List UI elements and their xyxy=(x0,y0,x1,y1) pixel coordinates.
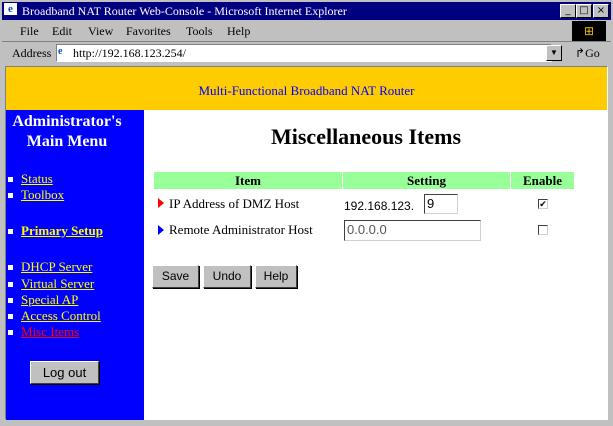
sidebar-title: Administrator's Main Menu xyxy=(2,112,132,152)
sidebar-item-dhcp-server[interactable]: DHCP Server xyxy=(6,259,92,275)
go-button[interactable]: ↱Go xyxy=(575,46,600,61)
column-header-setting: Setting xyxy=(343,172,510,189)
remote-admin-input[interactable]: 0.0.0.0 xyxy=(344,220,481,241)
go-label: Go xyxy=(585,46,600,60)
menu-edit[interactable]: Edit xyxy=(52,24,72,39)
address-label: Address xyxy=(12,46,52,60)
sidebar-item-label: Special AP xyxy=(21,292,79,307)
close-button[interactable]: × xyxy=(593,4,609,18)
sidebar-item-special-ap[interactable]: Special AP xyxy=(6,292,78,308)
menu-tools[interactable]: Tools xyxy=(186,24,213,39)
menu-file[interactable]: File xyxy=(20,24,39,39)
sidebar-item-label: Access Control xyxy=(21,308,101,323)
sidebar-item-access-control[interactable]: Access Control xyxy=(6,308,101,324)
sidebar-title-line2: Main Menu xyxy=(26,133,108,150)
sidebar-item-toolbox[interactable]: Toolbox xyxy=(6,187,64,203)
save-button[interactable]: Save xyxy=(152,265,199,288)
page-icon: e xyxy=(58,46,63,57)
menu-favorites[interactable]: Favorites xyxy=(126,24,171,39)
address-dropdown[interactable]: ▼ xyxy=(546,45,562,61)
column-header-item: Item xyxy=(154,172,342,189)
banner: Multi-Functional Broadband NAT Router xyxy=(6,67,607,110)
sidebar-item-label: Misc Items xyxy=(21,324,80,339)
sidebar-item-label: DHCP Server xyxy=(21,259,93,274)
sidebar-item-label: Primary Setup xyxy=(21,223,103,238)
sidebar-item-label: Status xyxy=(21,171,53,186)
ie-icon: e xyxy=(4,3,17,15)
address-input[interactable]: http://192.168.123.254/ xyxy=(56,44,552,62)
minimize-button[interactable]: _ xyxy=(560,4,576,18)
dmz-enable-checkbox[interactable]: ✔ xyxy=(538,199,548,209)
column-header-enable: Enable xyxy=(511,172,574,189)
sidebar-item-label: Virtual Server xyxy=(21,276,95,291)
windows-logo-icon: ⊞ xyxy=(572,21,606,41)
maximize-button[interactable]: □ xyxy=(576,4,592,18)
remote-admin-label: Remote Administrator Host xyxy=(169,222,313,237)
dmz-ip-prefix: 192.168.123. xyxy=(344,199,415,213)
page-title: Miscellaneous Items xyxy=(270,124,462,149)
dmz-host-label: IP Address of DMZ Host xyxy=(169,196,300,211)
sidebar-item-virtual-server[interactable]: Virtual Server xyxy=(6,276,94,292)
title-bar: Broadband NAT Router Web-Console - Micro… xyxy=(2,2,611,20)
remote-admin-enable-checkbox[interactable] xyxy=(538,225,548,235)
red-arrow-icon xyxy=(158,198,164,208)
menu-help[interactable]: Help xyxy=(227,24,250,39)
sidebar-title-line1: Administrator's xyxy=(12,113,122,130)
blue-arrow-icon xyxy=(158,225,164,235)
menu-view[interactable]: View xyxy=(88,24,113,39)
sidebar-item-misc-items[interactable]: Misc Items xyxy=(6,324,79,340)
sidebar-item-primary-setup[interactable]: Primary Setup xyxy=(6,223,103,239)
help-button[interactable]: Help xyxy=(255,265,297,288)
sidebar-item-label: Toolbox xyxy=(21,187,65,202)
dmz-host-input[interactable]: 9 xyxy=(424,194,458,214)
go-arrow-icon: ↱ xyxy=(575,46,586,60)
undo-button[interactable]: Undo xyxy=(203,265,251,288)
sidebar-item-status[interactable]: Status xyxy=(6,171,53,187)
logout-button[interactable]: Log out xyxy=(30,361,99,384)
